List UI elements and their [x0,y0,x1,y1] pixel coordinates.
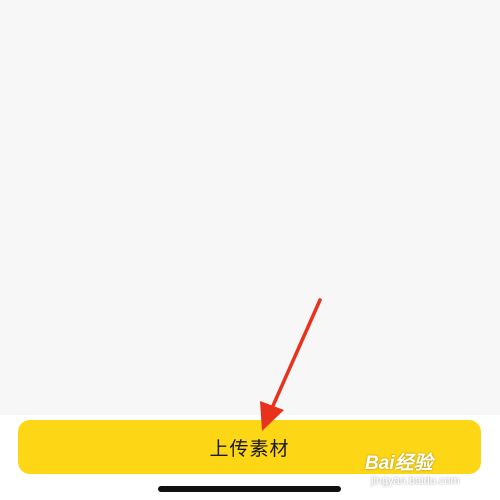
home-indicator [158,486,341,492]
empty-content-area [0,0,500,415]
upload-material-button-label: 上传素材 [209,437,290,460]
upload-material-button[interactable]: 上传素材 [18,420,481,474]
app-screen: 上传素材 Bai经验 jingyan.baidu.com [0,0,500,500]
